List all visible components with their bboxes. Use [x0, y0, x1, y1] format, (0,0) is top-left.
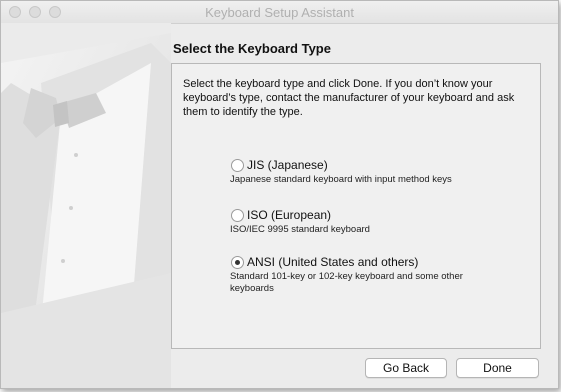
tuxedo-bowtie-illustration: [1, 23, 171, 388]
window-title: Keyboard Setup Assistant: [205, 5, 354, 20]
radio-jis[interactable]: [231, 158, 244, 172]
radio-ansi[interactable]: [231, 255, 244, 269]
option-ansi[interactable]: ANSI (United States and others) Standard…: [230, 254, 530, 295]
assistant-window: Keyboard Setup Assistant Select the Keyb…: [0, 0, 559, 389]
option-iso-label[interactable]: ISO (European): [247, 208, 331, 222]
page-heading: Select the Keyboard Type: [173, 41, 331, 56]
option-jis-description: Japanese standard keyboard with input me…: [230, 174, 452, 185]
instructions-text: Select the keyboard type and click Done.…: [183, 78, 515, 118]
option-jis-label[interactable]: JIS (Japanese): [247, 158, 328, 172]
option-iso-description: ISO/IEC 9995 standard keyboard: [230, 224, 370, 235]
option-jis[interactable]: JIS (Japanese) Japanese standard keyboar…: [230, 157, 530, 186]
go-back-button[interactable]: Go Back: [365, 358, 447, 378]
option-iso[interactable]: ISO (European) ISO/IEC 9995 standard key…: [230, 207, 530, 236]
keyboard-type-panel: Select the keyboard type and click Done.…: [171, 63, 541, 349]
option-ansi-label[interactable]: ANSI (United States and others): [247, 255, 418, 269]
radio-iso[interactable]: [231, 208, 244, 222]
done-button[interactable]: Done: [456, 358, 539, 378]
title-bar: Keyboard Setup Assistant: [1, 1, 558, 24]
option-ansi-description: Standard 101-key or 102-key keyboard and…: [230, 271, 463, 294]
